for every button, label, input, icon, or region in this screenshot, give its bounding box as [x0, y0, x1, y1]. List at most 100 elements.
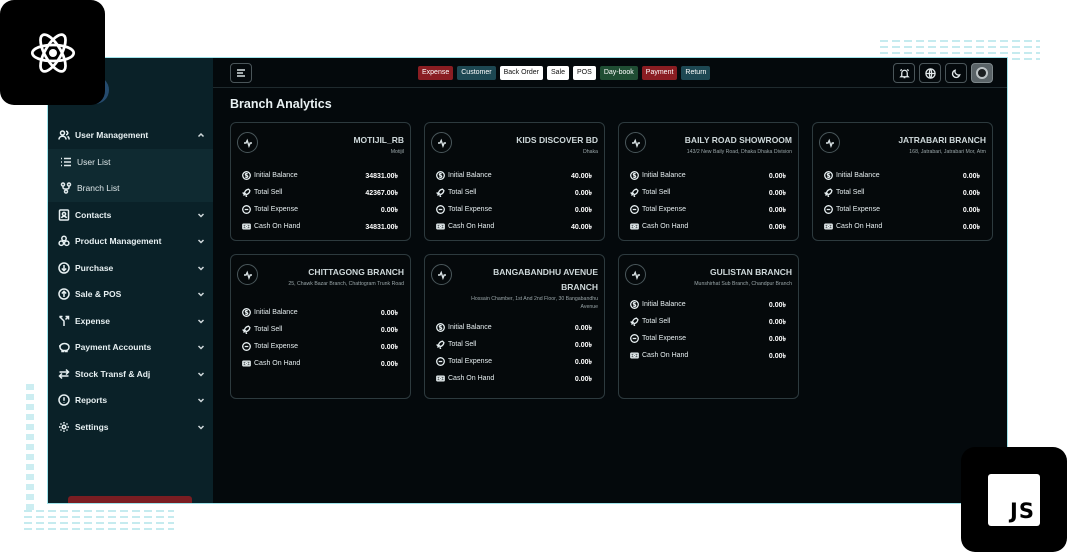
branch-stats: Initial Balance 0.00৳ Total Sell 0.00৳ T…	[630, 296, 786, 364]
sidebar-item-payment-accounts[interactable]: Payment Accounts	[48, 334, 213, 361]
chevron-down-icon	[197, 343, 205, 351]
stat-label: Total Expense	[254, 206, 298, 213]
stat-row-cash-on-hand: Cash On Hand 0.00৳	[630, 347, 786, 364]
activity-icon	[625, 132, 646, 153]
theme-toggle-button[interactable]	[945, 63, 967, 83]
stat-row-total-sell: Total Sell 0.00৳	[436, 184, 592, 201]
branch-address: 143/2 New Baily Road, Dhaka Dhaka Divisi…	[686, 149, 792, 155]
stat-row-cash-on-hand: Cash On Hand 0.00৳	[824, 218, 980, 235]
total-sell-icon	[824, 188, 833, 197]
stat-row-initial-balance: Initial Balance 34831.00৳	[242, 167, 398, 184]
notification-button[interactable]	[893, 63, 915, 83]
stat-row-total-expense: Total Expense 0.00৳	[630, 201, 786, 218]
branch-address: Hossain Chamber, 1st And 2nd Floor, 30 B…	[471, 296, 598, 310]
gear-icon	[58, 421, 70, 433]
branch-card[interactable]: GULISTAN BRANCH Munshirhat Sub Branch, C…	[618, 254, 799, 399]
stat-value: 0.00৳	[768, 335, 786, 343]
stat-row-total-sell: Total Sell 0.00৳	[630, 184, 786, 201]
quick-link-customer[interactable]: Customer	[457, 66, 496, 80]
quick-link-sale[interactable]: Sale	[547, 66, 570, 80]
stat-label: Initial Balance	[642, 301, 686, 308]
quick-link-back-order[interactable]: Back Order	[499, 66, 543, 80]
stat-value: 0.00৳	[574, 341, 592, 349]
stat-label: Total Expense	[836, 206, 880, 213]
branch-card[interactable]: JATRABARI BRANCH 168, Jatrabari, Jatraba…	[812, 122, 993, 241]
stat-row-cash-on-hand: Cash On Hand 40.00৳	[436, 218, 592, 235]
stat-value: 0.00৳	[768, 352, 786, 360]
stat-value: 0.00৳	[768, 189, 786, 197]
avatar-image	[976, 67, 988, 79]
branch-card[interactable]: KIDS DISCOVER BD Dhaka Initial Balance 4…	[424, 122, 605, 241]
stat-value: 0.00৳	[574, 189, 592, 197]
stat-row-total-sell: Total Sell 0.00৳	[242, 321, 398, 338]
cash-on-hand-icon	[242, 222, 251, 231]
sidebar-item-reports[interactable]: Reports	[48, 387, 213, 414]
cash-on-hand-icon	[824, 222, 833, 231]
hamburger-icon	[237, 69, 245, 77]
screenshot-stage: User Management User List Branch List Co…	[0, 0, 1067, 552]
quick-link-expense[interactable]: Expense	[418, 66, 454, 80]
stat-row-initial-balance: Initial Balance 0.00৳	[436, 319, 592, 336]
total-expense-icon	[436, 205, 445, 214]
total-expense-icon	[242, 205, 251, 214]
stat-value: 0.00৳	[768, 318, 786, 326]
js-logo-icon: JS	[988, 473, 1040, 526]
sidebar-item-contacts[interactable]: Contacts	[48, 202, 213, 229]
stat-label: Cash On Hand	[254, 360, 301, 367]
menu-toggle-button[interactable]	[230, 63, 252, 83]
total-sell-icon	[242, 325, 251, 334]
stat-row-total-expense: Total Expense 0.00৳	[436, 353, 592, 370]
quick-link-pos[interactable]: POS	[573, 66, 596, 80]
sidebar-item-purchase[interactable]: Purchase	[48, 255, 213, 282]
stat-label: Cash On Hand	[642, 223, 689, 230]
initial-balance-icon	[242, 308, 251, 317]
sidebar-item-label: Product Management	[75, 236, 162, 247]
stat-label: Total Expense	[448, 358, 492, 365]
branch-stats: Initial Balance 0.00৳ Total Sell 0.00৳ T…	[436, 319, 592, 387]
sidebar-subitem-branch-list[interactable]: Branch List	[48, 175, 213, 202]
initial-balance-icon	[436, 171, 445, 180]
sidebar-item-stock-transfer[interactable]: Stock Transf & Adj	[48, 361, 213, 388]
list-icon	[60, 156, 72, 168]
boxes-icon	[58, 235, 70, 247]
branch-card[interactable]: MOTIJIL_RB Motijil Initial Balance 34831…	[230, 122, 411, 241]
sidebar-item-sale-pos[interactable]: Sale & POS	[48, 281, 213, 308]
chevron-down-icon	[197, 264, 205, 272]
language-button[interactable]	[919, 63, 941, 83]
branch-card[interactable]: CHITTAGONG BRANCH 25, Chawk Bazar Branch…	[230, 254, 411, 399]
stat-row-cash-on-hand: Cash On Hand 34831.00৳	[242, 218, 398, 235]
avatar[interactable]	[971, 63, 993, 83]
branch-stats: Initial Balance 34831.00৳ Total Sell 423…	[242, 167, 398, 235]
sidebar-subitem-user-list[interactable]: User List	[48, 148, 213, 175]
stat-label: Total Expense	[642, 206, 686, 213]
stat-label: Cash On Hand	[448, 375, 495, 382]
sidebar-item-user-management[interactable]: User Management	[48, 122, 213, 149]
sidebar-item-settings[interactable]: Settings	[48, 414, 213, 441]
branch-stats: Initial Balance 0.00৳ Total Sell 0.00৳ T…	[242, 304, 398, 372]
stat-value: 0.00৳	[574, 358, 592, 366]
stat-label: Total Sell	[642, 318, 671, 325]
activity-icon	[625, 264, 646, 285]
branch-card[interactable]: BANGABANDHU AVENUE BRANCH Hossain Chambe…	[424, 254, 605, 399]
stat-label: Cash On Hand	[836, 223, 883, 230]
stat-label: Total Sell	[836, 189, 865, 196]
sidebar-item-expense[interactable]: Expense	[48, 308, 213, 335]
sidebar-item-product-management[interactable]: Product Management	[48, 228, 213, 255]
stat-value: 0.00৳	[768, 172, 786, 180]
quick-link-return[interactable]: Return	[681, 66, 711, 80]
topbar-actions	[893, 63, 993, 83]
logout-button[interactable]	[68, 496, 192, 503]
quick-link-day-book[interactable]: Day-book	[599, 66, 638, 80]
stat-label: Total Sell	[448, 189, 477, 196]
stat-value: 0.00৳	[380, 326, 398, 334]
sidebar-item-label: Purchase	[75, 262, 114, 273]
stat-row-initial-balance: Initial Balance 0.00৳	[242, 304, 398, 321]
branch-icon	[60, 182, 72, 194]
react-logo-icon	[30, 32, 75, 73]
branch-card[interactable]: BAILY ROAD SHOWROOM 143/2 New Baily Road…	[618, 122, 799, 241]
stat-label: Initial Balance	[448, 172, 492, 179]
download-circle-icon	[58, 262, 70, 274]
bell-icon	[898, 68, 910, 78]
quick-link-payment[interactable]: Payment	[641, 66, 678, 80]
chevron-down-icon	[197, 211, 205, 219]
